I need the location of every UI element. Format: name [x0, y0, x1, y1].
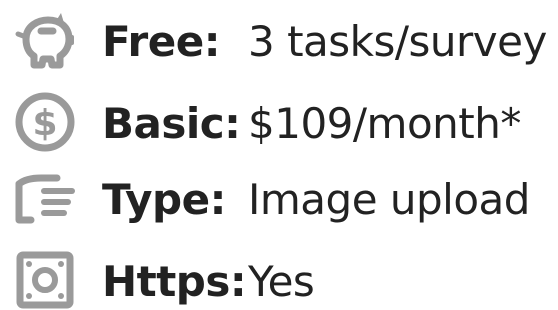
type-value: Image upload	[248, 175, 530, 224]
svg-text:$: $	[32, 103, 57, 144]
list-item-type: Type: Image upload	[0, 162, 558, 238]
basic-value: $109/month*	[248, 99, 521, 148]
piggy-bank-icon	[10, 9, 80, 75]
list-item-https: Https: Yes	[0, 242, 558, 310]
https-value: Yes	[248, 257, 315, 306]
list-item-basic: $ Basic: $109/month*	[0, 84, 558, 160]
type-label: Type:	[102, 175, 226, 224]
dollar-coin-icon: $	[10, 89, 80, 155]
free-label: Free:	[102, 17, 220, 66]
free-value: 3 tasks/survey	[248, 17, 547, 66]
feature-list: Free: 3 tasks/survey $ Basic: $109/month…	[0, 0, 558, 310]
basic-label: Basic:	[102, 99, 241, 148]
secure-lock-icon	[10, 247, 80, 310]
list-item-free: Free: 3 tasks/survey	[0, 4, 558, 80]
https-label: Https:	[102, 257, 247, 306]
hand-upload-icon	[10, 167, 80, 233]
